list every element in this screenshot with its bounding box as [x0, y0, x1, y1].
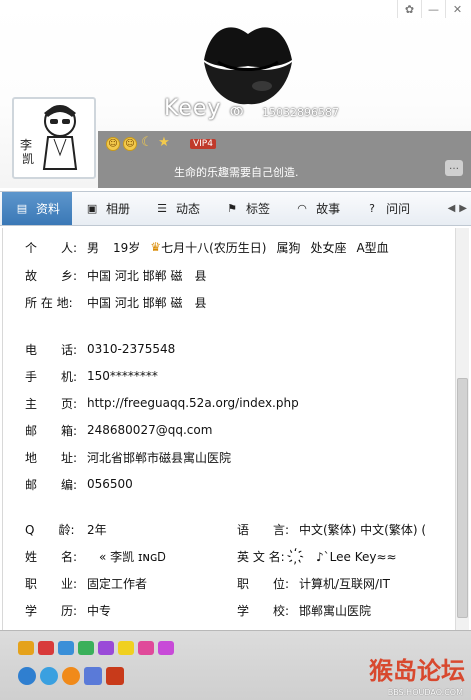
skin-icon[interactable]: ✿ — [397, 0, 421, 18]
email-link[interactable]: 248680027@qq.com — [87, 423, 212, 437]
location-row: 所 在 地: 中国 河北 邯郸 磁 县 — [25, 295, 207, 310]
diamond-row — [18, 641, 174, 655]
tab-bar: ▤ 资料 ▣ 相册 ☰ 动态 ⚑ 标签 ◠ 故事 ? 问问 ◀ ▶ — [0, 191, 471, 226]
avatar[interactable]: 李 凯 — [12, 97, 96, 179]
tab-ask[interactable]: ? 问问 — [352, 192, 422, 225]
svg-text:凯: 凯 — [22, 152, 34, 166]
gold-heart-icon[interactable] — [118, 641, 134, 655]
person-row: 个 人: 男 19岁 ♛ 七月十八(农历生日) 属狗 处女座 A型血 — [25, 240, 389, 255]
comment-icon[interactable]: … — [445, 160, 463, 176]
school-row: 学 校: 邯郸寓山医院 — [237, 603, 372, 618]
vip-badge[interactable]: VIP4 — [190, 139, 216, 149]
watermark-logo: 猴岛论坛 — [369, 656, 465, 685]
minimize-icon[interactable]: — — [421, 0, 445, 18]
blue-diamond-icon[interactable] — [58, 641, 74, 655]
question-icon: ? — [369, 202, 375, 215]
qq-game-icon[interactable] — [84, 667, 102, 685]
tab-tags[interactable]: ⚑ 标签 — [212, 192, 282, 225]
pink-diamond-icon[interactable] — [138, 641, 154, 655]
tab-story[interactable]: ◠ 故事 — [282, 192, 352, 225]
svg-text:李: 李 — [20, 137, 32, 152]
profile-name: Keey ത — [164, 96, 244, 121]
photo-icon: ▣ — [86, 202, 98, 215]
star-level-icon[interactable]: ★ — [157, 136, 171, 151]
zip-row: 邮 编: 056500 — [25, 477, 133, 492]
signature: 生命的乐趣需要自己创造. — [174, 166, 299, 179]
scrollbar[interactable] — [455, 228, 469, 630]
homepage-row: 主 页: http://freeguaqq.52a.org/index.php — [25, 396, 299, 411]
crown-icon: ♛ — [150, 240, 162, 254]
sun-level-icon[interactable]: ☺ — [123, 137, 137, 151]
education-row: 学 历: 中专 — [25, 603, 112, 618]
hometown-row: 故 乡: 中国 河北 邯郸 磁 县 — [25, 268, 207, 283]
watermark-url: BBS.HOUDAO.COM — [387, 688, 463, 697]
feed-icon: ☰ — [157, 202, 167, 215]
realname-row: 姓 名: « 李凯 ɪɴɢᎠ — [25, 549, 166, 564]
close-icon[interactable]: ✕ — [445, 0, 469, 18]
tab-profile[interactable]: ▤ 资料 — [2, 192, 73, 225]
email-row: 邮 箱: 248680027@qq.com — [25, 423, 213, 438]
qq-show-icon[interactable] — [18, 667, 36, 685]
tab-album[interactable]: ▣ 相册 — [72, 192, 142, 225]
mobile-row: 手 机: 150******** — [25, 369, 158, 384]
tab-feed[interactable]: ☰ 动态 — [142, 192, 212, 225]
qq-number: 15032896587 — [262, 106, 339, 119]
profile-header: ✿ — ✕ 李 凯 Keey ത 15032896587 ☺ ☺ ☾ ★ VIP… — [0, 0, 471, 188]
profile-card-icon: ▤ — [16, 202, 28, 215]
position-row: 职 位: 计算机/互联网/IT — [237, 576, 390, 591]
engname-row: 英 文 名:҉ ♪`Lee Key≈≈ — [237, 549, 397, 564]
qage-row: Q 龄: 2年 — [25, 522, 107, 537]
service-icons-panel: 猴岛论坛 BBS.HOUDAO.COM — [0, 630, 471, 700]
violet-gem-icon[interactable] — [158, 641, 174, 655]
scrollbar-thumb[interactable] — [457, 378, 468, 618]
story-icon: ◠ — [297, 202, 307, 215]
homepage-link[interactable]: http://freeguaqq.52a.org/index.php — [87, 396, 299, 410]
badge-row: ☺ ☺ ☾ ★ VIP4 — [106, 136, 216, 151]
green-diamond-icon[interactable] — [78, 641, 94, 655]
profile-details: 个 人: 男 19岁 ♛ 七月十八(农历生日) 属狗 处女座 A型血 故 乡: 中… — [2, 228, 453, 630]
qq-member-icon[interactable] — [106, 667, 124, 685]
chevron-left-icon[interactable]: ◀ — [448, 203, 456, 214]
lips-cover-image — [204, 27, 292, 105]
address-row: 地 址: 河北省邯郸市磁县寓山医院 — [25, 450, 232, 465]
qq-space-icon[interactable] — [40, 667, 58, 685]
moon-level-icon[interactable]: ☾ — [140, 136, 154, 151]
service-row — [18, 667, 124, 685]
avatar-sketch-icon: 李 凯 — [20, 105, 78, 170]
job-row: 职 业: 固定工作者 — [25, 576, 148, 591]
window-controls: ✿ — ✕ — [397, 0, 469, 18]
language-row: 语 言: 中文(繁体) 中文(繁体) ( — [237, 522, 427, 537]
sun-level-icon[interactable]: ☺ — [106, 137, 120, 151]
chevron-right-icon[interactable]: ▶ — [459, 203, 467, 214]
yellow-diamond-icon[interactable] — [18, 641, 34, 655]
tab-scroll: ◀ ▶ — [448, 203, 471, 214]
qq-pet-icon[interactable] — [62, 667, 80, 685]
phone-row: 电 话: 0310-2375548 — [25, 342, 176, 357]
field-label: 个 人: — [25, 240, 78, 255]
purple-diamond-icon[interactable] — [98, 641, 114, 655]
red-diamond-icon[interactable] — [38, 641, 54, 655]
bookmark-icon: ⚑ — [227, 202, 237, 215]
